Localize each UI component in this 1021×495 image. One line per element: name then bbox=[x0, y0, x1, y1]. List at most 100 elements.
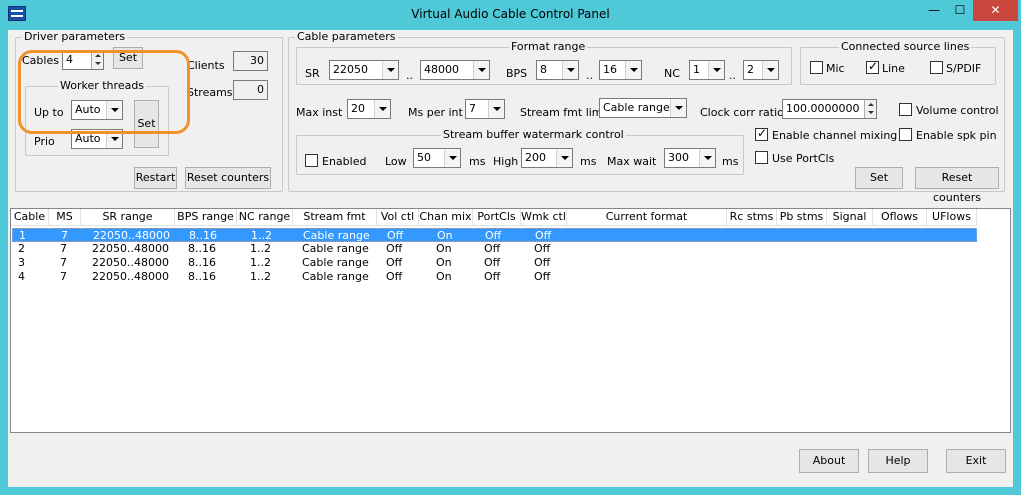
table-cell: Off bbox=[387, 229, 404, 242]
chevron-down-icon[interactable] bbox=[382, 61, 398, 79]
table-row[interactable]: 4 7 22050..48000 8..16 1..2 Cable range Off On O… bbox=[12, 270, 977, 284]
chevron-down-icon[interactable] bbox=[374, 100, 390, 118]
minimize-button[interactable]: — bbox=[921, 0, 947, 21]
spk-pin-label: Enable spk pin bbox=[916, 129, 997, 142]
table-cell: Off bbox=[485, 229, 502, 242]
table-row[interactable]: 2 7 22050..48000 8..16 1..2 Cable range Off On O… bbox=[12, 242, 977, 256]
driver-reset-counters-button[interactable]: Reset counters bbox=[185, 167, 271, 189]
close-button[interactable]: ✕ bbox=[973, 0, 1018, 21]
col-header[interactable]: Current format bbox=[567, 209, 727, 226]
table-cell: Off bbox=[534, 242, 551, 255]
prio-label: Prio bbox=[34, 135, 55, 148]
stream-fmt-limit-select[interactable]: Cable range bbox=[599, 98, 687, 118]
volume-control-checkbox[interactable] bbox=[899, 103, 912, 116]
chevron-down-icon[interactable] bbox=[670, 99, 686, 117]
col-header[interactable]: BPS range bbox=[175, 209, 237, 226]
chevron-down-icon[interactable] bbox=[762, 61, 778, 79]
title-bar[interactable]: Virtual Audio Cable Control Panel — ☐ ✕ bbox=[0, 0, 1021, 28]
restart-button[interactable]: Restart bbox=[134, 167, 177, 189]
clock-corr-ratio-stepper[interactable]: 100.0000000 bbox=[782, 99, 877, 119]
col-header[interactable]: Pb stms bbox=[777, 209, 827, 226]
line-checkbox[interactable] bbox=[866, 59, 879, 74]
high-select[interactable]: 200 bbox=[521, 148, 573, 168]
exit-button[interactable]: Exit bbox=[946, 449, 1006, 473]
max-wait-value: 300 bbox=[668, 151, 689, 164]
nc-min-select[interactable]: 1 bbox=[689, 60, 725, 80]
table-cell: Off bbox=[386, 242, 403, 255]
table-cell: On bbox=[436, 270, 452, 283]
col-header[interactable]: Stream fmt limit bbox=[293, 209, 377, 239]
table-cell: Cable range bbox=[303, 229, 370, 242]
table-row[interactable]: 3 7 22050..48000 8..16 1..2 Cable range Off On O… bbox=[12, 256, 977, 270]
app-window: Virtual Audio Cable Control Panel — ☐ ✕ … bbox=[0, 0, 1021, 495]
col-header[interactable]: SR range bbox=[81, 209, 175, 226]
nc-range-dots: .. bbox=[729, 69, 736, 82]
col-header[interactable]: Signal bbox=[827, 209, 873, 226]
chevron-down-icon[interactable] bbox=[444, 149, 460, 167]
col-header[interactable]: MS bbox=[49, 209, 81, 226]
watermark-enabled-checkbox[interactable] bbox=[305, 154, 318, 167]
low-label: Low bbox=[385, 155, 407, 168]
chevron-down-icon[interactable] bbox=[625, 61, 641, 79]
sr-max-select[interactable]: 48000 bbox=[420, 60, 490, 80]
portcls-checkbox[interactable] bbox=[755, 151, 768, 164]
table-cell: Off bbox=[534, 270, 551, 283]
col-header[interactable]: Oflows bbox=[873, 209, 927, 226]
table-cell: 1..2 bbox=[251, 229, 272, 242]
chevron-down-icon[interactable] bbox=[473, 61, 489, 79]
about-button[interactable]: About bbox=[799, 449, 859, 473]
table-cell: Off bbox=[484, 242, 501, 255]
col-header[interactable]: UFlows bbox=[927, 209, 977, 226]
spin-arrows-icon[interactable] bbox=[864, 100, 876, 118]
max-wait-select[interactable]: 300 bbox=[664, 148, 716, 168]
cable-reset-counters-button[interactable]: Reset counters bbox=[915, 167, 999, 204]
format-range-title: Format range bbox=[509, 40, 588, 53]
stream-fmt-limit-value: Cable range bbox=[603, 101, 670, 114]
spdif-checkbox[interactable] bbox=[930, 61, 943, 74]
bps-label: BPS bbox=[506, 67, 528, 80]
chevron-down-icon[interactable] bbox=[556, 149, 572, 167]
max-wait-label: Max wait bbox=[607, 155, 657, 168]
window-title: Virtual Audio Cable Control Panel bbox=[411, 7, 610, 21]
col-header[interactable]: NC range bbox=[237, 209, 293, 226]
table-cell: 7 bbox=[60, 256, 67, 269]
max-inst-select[interactable]: 20 bbox=[347, 99, 391, 119]
cables-list[interactable]: Cable MS SR range BPS range NC range Str… bbox=[10, 208, 1011, 433]
table-row[interactable]: 1 7 22050..48000 8..16 1..2 Cable range Off On O… bbox=[12, 228, 977, 242]
chevron-down-icon[interactable] bbox=[708, 61, 724, 79]
col-header[interactable]: Vol ctl bbox=[377, 209, 419, 226]
col-header[interactable]: Chan mix bbox=[419, 209, 473, 226]
col-header[interactable]: Cable bbox=[11, 209, 49, 226]
col-header[interactable]: Wmk ctl bbox=[521, 209, 567, 226]
low-select[interactable]: 50 bbox=[413, 148, 461, 168]
sr-min-select[interactable]: 22050 bbox=[329, 60, 399, 80]
spdif-label: S/PDIF bbox=[946, 62, 982, 75]
highlight-annotation bbox=[18, 50, 190, 134]
maximize-button[interactable]: ☐ bbox=[947, 0, 973, 21]
nc-max-select[interactable]: 2 bbox=[743, 60, 779, 80]
chevron-down-icon[interactable] bbox=[488, 100, 504, 118]
table-cell: 22050..48000 bbox=[92, 242, 169, 255]
ms-per-int-value: 7 bbox=[469, 102, 476, 115]
bps-max-select[interactable]: 16 bbox=[599, 60, 642, 80]
col-header[interactable]: Rc stms bbox=[727, 209, 777, 226]
table-cell: 8..16 bbox=[188, 270, 216, 283]
cable-set-button[interactable]: Set bbox=[855, 167, 903, 189]
chevron-down-icon[interactable] bbox=[699, 149, 715, 167]
channel-mixing-checkbox[interactable] bbox=[755, 126, 768, 141]
bps-min-select[interactable]: 8 bbox=[536, 60, 579, 80]
table-cell: 1..2 bbox=[250, 242, 271, 255]
client-area: Driver parameters Cables 4 Set Clients 3… bbox=[8, 30, 1013, 487]
ms-per-int-select[interactable]: 7 bbox=[465, 99, 505, 119]
mic-checkbox[interactable] bbox=[810, 61, 823, 74]
table-cell: 1 bbox=[19, 229, 26, 242]
chevron-down-icon[interactable] bbox=[562, 61, 578, 79]
spk-pin-checkbox[interactable] bbox=[899, 128, 912, 141]
help-button[interactable]: Help bbox=[868, 449, 928, 473]
table-cell: Cable range bbox=[302, 242, 369, 255]
clock-corr-ratio-label: Clock corr ratio bbox=[700, 106, 784, 119]
col-header[interactable]: PortCls bbox=[473, 209, 521, 226]
table-cell: 8..16 bbox=[188, 242, 216, 255]
watermark-enabled-label: Enabled bbox=[322, 155, 367, 168]
sr-range-dots: .. bbox=[406, 69, 413, 82]
